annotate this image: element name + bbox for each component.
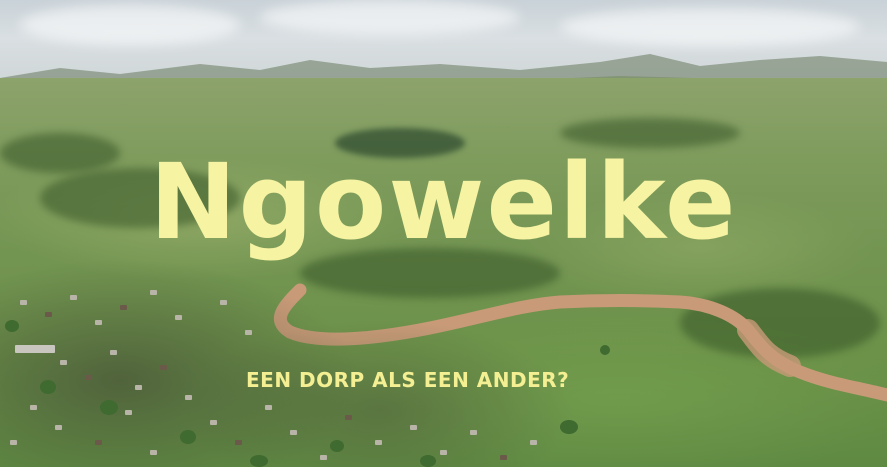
- title-ngowelke: Ngowelke: [149, 141, 738, 263]
- subtitle: EEN DORP ALS EEN ANDER?: [246, 368, 570, 392]
- video-frame: Ngowelke EEN DORP ALS EEN ANDER?: [0, 0, 887, 467]
